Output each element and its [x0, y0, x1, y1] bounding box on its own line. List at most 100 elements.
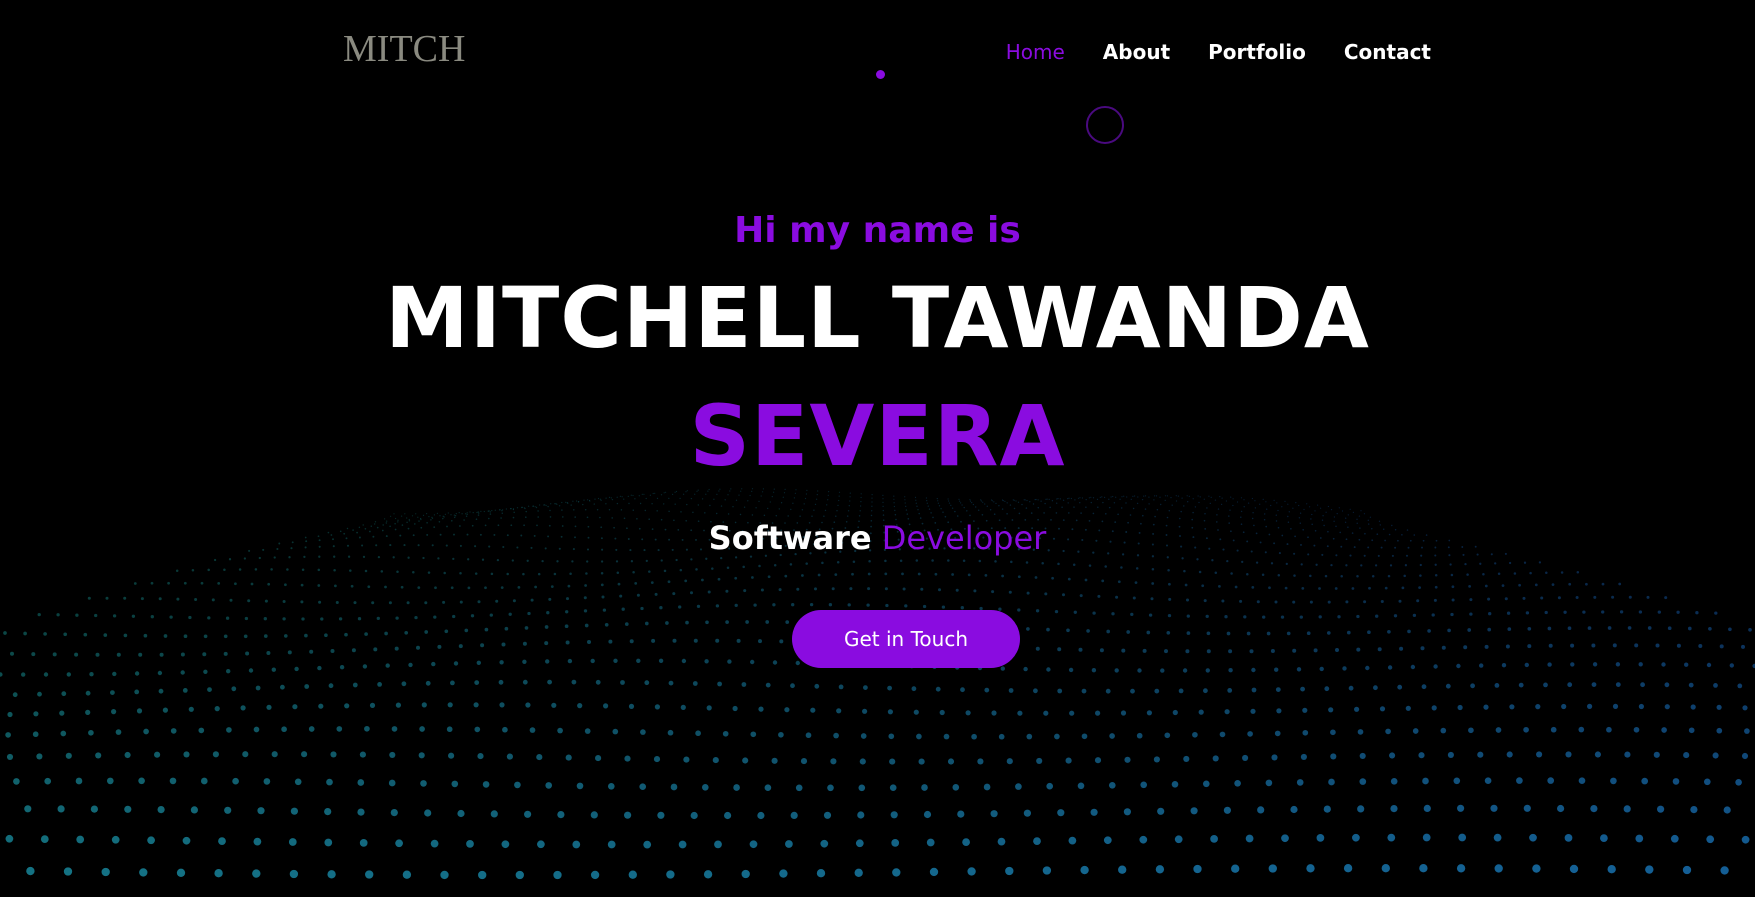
particle-dot: [1135, 567, 1139, 570]
particle-dot: [607, 840, 616, 849]
particle-dot: [1334, 587, 1338, 590]
particle-dot: [397, 519, 399, 521]
particle-dot: [394, 517, 397, 520]
particle-dot: [1508, 561, 1512, 565]
particle-dot: [1108, 506, 1111, 509]
particle-dot: [871, 501, 873, 503]
particle-dot: [1000, 666, 1005, 671]
particle-dot: [1146, 630, 1151, 635]
particle-dot: [1706, 662, 1712, 668]
particle-dot: [846, 515, 849, 517]
particle-dot: [860, 733, 867, 739]
particle-dot: [663, 569, 667, 573]
particle-dot: [915, 499, 917, 501]
particle-dot: [1067, 498, 1069, 500]
particle-dot: [131, 614, 136, 618]
particle-dot: [833, 732, 839, 739]
particle-dot: [1306, 503, 1308, 505]
particle-dot: [1300, 686, 1305, 692]
particle-dot: [719, 488, 721, 490]
particle-dot: [1587, 703, 1593, 710]
particle-dot: [838, 499, 840, 502]
particle-dot: [1525, 611, 1530, 615]
particle-dot: [904, 496, 906, 498]
role-word-software: Software: [708, 519, 872, 557]
site-logo[interactable]: MITCH: [343, 30, 465, 68]
particle-dot: [834, 573, 838, 576]
particle-dot: [585, 572, 588, 575]
particle-dot: [645, 497, 647, 500]
particle-dot: [1276, 502, 1278, 504]
particle-dot: [783, 492, 786, 494]
particle-dot: [1166, 516, 1169, 519]
particle-dot: [1434, 574, 1438, 577]
particle-dot: [163, 634, 168, 638]
particle-dot: [904, 502, 906, 504]
particle-dot: [1025, 507, 1028, 509]
particle-dot: [566, 502, 568, 504]
particle-dot: [918, 758, 925, 765]
particle-dot: [263, 634, 268, 638]
particle-dot: [1259, 503, 1261, 505]
nav-link-about[interactable]: About: [1103, 42, 1170, 62]
particle-dot: [264, 599, 268, 603]
particle-dot: [747, 500, 749, 502]
particle-dot: [512, 508, 515, 511]
particle-dot: [674, 491, 676, 493]
particle-dot: [916, 505, 918, 507]
particle-dot: [451, 780, 459, 788]
particle-dot: [1150, 597, 1154, 601]
particle-dot: [779, 869, 788, 878]
get-in-touch-button[interactable]: Get in Touch: [792, 610, 1020, 668]
particle-dot: [1123, 808, 1131, 816]
particle-dot: [1228, 515, 1230, 517]
particle-dot: [715, 638, 720, 643]
particle-dot: [854, 868, 863, 877]
particle-dot: [169, 777, 177, 785]
particle-dot: [1223, 806, 1231, 814]
particle-dot: [574, 516, 576, 518]
particle-dot: [619, 495, 622, 497]
particle-dot: [717, 681, 722, 687]
particle-dot: [681, 658, 687, 664]
particle-dot: [489, 511, 491, 513]
particle-dot: [231, 686, 237, 692]
particle-dot: [443, 571, 446, 575]
particle-dot: [824, 509, 827, 512]
particle-dot: [654, 592, 658, 596]
particle-dot: [604, 622, 609, 627]
role-word-developer: Developer: [881, 519, 1047, 557]
particle-dot: [1306, 864, 1315, 873]
particle-dot: [1708, 626, 1712, 631]
particle-dot: [1182, 668, 1188, 673]
particle-dot: [611, 517, 613, 519]
particle-dot: [707, 590, 711, 594]
particle-dot: [1318, 587, 1321, 590]
particle-dot: [644, 509, 647, 512]
particle-dot: [773, 488, 775, 490]
particle-dot: [1061, 593, 1066, 597]
particle-dot: [1068, 836, 1077, 845]
particle-dot: [905, 509, 908, 511]
particle-dot: [891, 839, 900, 847]
particle-dot: [548, 597, 552, 601]
particle-dot: [836, 708, 842, 714]
particle-dot: [1356, 647, 1361, 652]
particle-dot: [1741, 835, 1750, 844]
particle-dot: [1324, 686, 1330, 692]
particle-dot: [1230, 496, 1232, 498]
particle-dot: [623, 517, 626, 520]
particle-dot: [1183, 569, 1186, 573]
particle-dot: [1335, 648, 1339, 652]
particle-dot: [1545, 571, 1548, 575]
nav-link-portfolio[interactable]: Portfolio: [1208, 42, 1306, 62]
nav-link-home[interactable]: Home: [1006, 42, 1065, 62]
particle-dot: [596, 508, 599, 511]
particle-dot: [889, 784, 897, 792]
particle-dot: [767, 575, 771, 579]
particle-dot: [1627, 626, 1632, 630]
particle-dot: [779, 639, 784, 644]
particle-dot: [469, 511, 471, 513]
nav-link-contact[interactable]: Contact: [1344, 42, 1431, 62]
particle-dot: [795, 489, 797, 491]
